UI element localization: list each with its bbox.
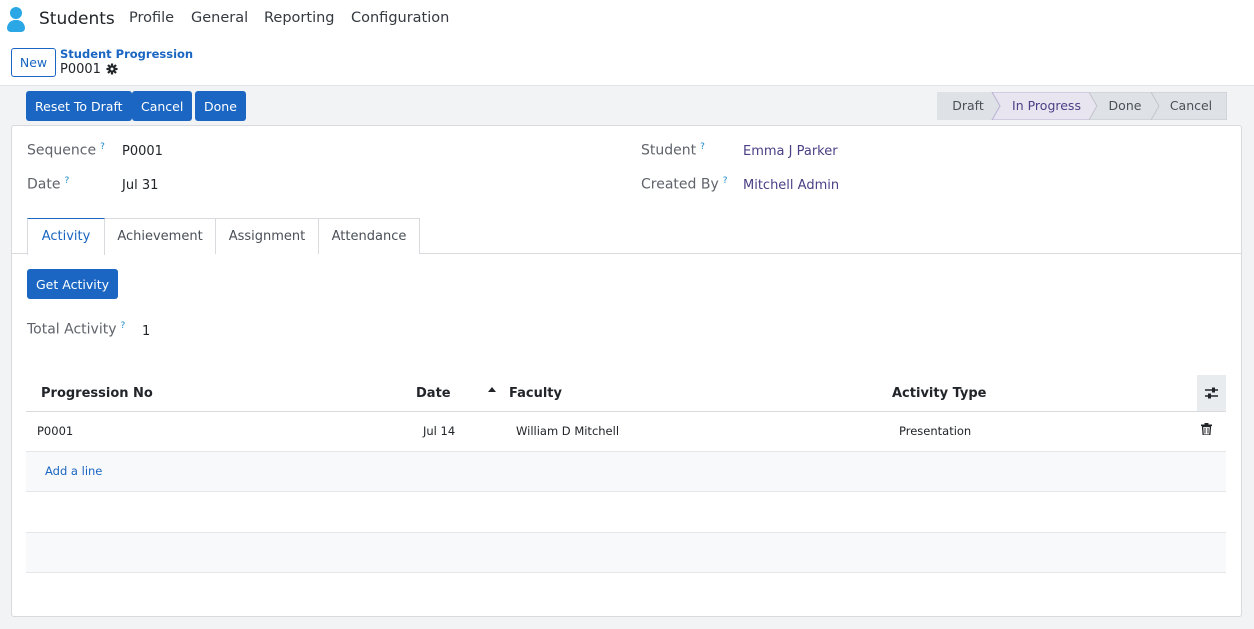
- column-faculty[interactable]: Faculty: [509, 386, 562, 401]
- student-value[interactable]: Emma J Parker: [743, 144, 838, 159]
- row-divider: [26, 572, 1226, 573]
- tab-assignment[interactable]: Assignment: [215, 218, 319, 254]
- breadcrumb-current: P0001: [60, 62, 101, 77]
- tab-activity[interactable]: Activity: [27, 218, 105, 255]
- stage-in-progress[interactable]: In Progress: [999, 92, 1094, 120]
- sequence-value[interactable]: P0001: [122, 144, 163, 159]
- date-value[interactable]: Jul 31: [122, 178, 158, 193]
- optional-columns-button[interactable]: [1197, 375, 1226, 411]
- breadcrumb-parent[interactable]: Student Progression: [60, 47, 193, 61]
- total-activity-value: 1: [142, 324, 151, 339]
- row-divider: [26, 491, 1226, 492]
- add-a-line-link[interactable]: Add a line: [45, 464, 102, 478]
- column-progression-no[interactable]: Progression No: [41, 386, 153, 401]
- student-label: Student?: [641, 142, 705, 159]
- form-sheet: Sequence? P0001 Date? Jul 31 Student? Em…: [11, 125, 1242, 617]
- add-line-row: [26, 452, 1226, 492]
- reset-to-draft-button[interactable]: Reset To Draft: [26, 91, 132, 121]
- help-icon[interactable]: ?: [121, 321, 126, 331]
- help-icon[interactable]: ?: [100, 142, 105, 152]
- students-app-icon[interactable]: [7, 7, 27, 33]
- sort-ascending-icon: [488, 387, 496, 392]
- column-date[interactable]: Date: [416, 386, 451, 401]
- help-icon[interactable]: ?: [723, 176, 728, 186]
- column-activity-type[interactable]: Activity Type: [892, 386, 987, 401]
- app-name[interactable]: Students: [39, 9, 115, 29]
- empty-row: [26, 533, 1226, 573]
- top-navbar: Students Profile General Reporting Confi…: [0, 0, 1254, 38]
- cell-date[interactable]: Jul 14: [423, 424, 455, 438]
- cell-activity-type[interactable]: Presentation: [899, 424, 971, 438]
- help-icon[interactable]: ?: [700, 142, 705, 152]
- menu-general[interactable]: General: [191, 10, 248, 26]
- sequence-label: Sequence?: [27, 142, 105, 159]
- stage-cancel[interactable]: Cancel: [1159, 92, 1223, 120]
- total-activity-label: Total Activity?: [27, 321, 126, 338]
- cell-progression-no[interactable]: P0001: [37, 424, 73, 438]
- menu-profile[interactable]: Profile: [129, 10, 174, 26]
- tab-attendance[interactable]: Attendance: [318, 218, 420, 254]
- table-header-divider: [26, 411, 1226, 412]
- menu-configuration[interactable]: Configuration: [351, 10, 449, 26]
- stage-draft[interactable]: Draft: [937, 92, 999, 120]
- cancel-button[interactable]: Cancel: [132, 91, 193, 121]
- control-panel: New Student Progression P0001: [0, 38, 1254, 86]
- new-button[interactable]: New: [11, 48, 56, 77]
- created-by-label: Created By?: [641, 176, 728, 193]
- menu-reporting[interactable]: Reporting: [264, 10, 335, 26]
- sliders-icon: [1205, 387, 1218, 399]
- created-by-value[interactable]: Mitchell Admin: [743, 178, 839, 193]
- help-icon[interactable]: ?: [64, 176, 69, 186]
- trash-icon[interactable]: [1201, 423, 1212, 435]
- tab-achievement[interactable]: Achievement: [104, 218, 216, 254]
- gear-icon[interactable]: [106, 63, 118, 75]
- stage-done[interactable]: Done: [1097, 92, 1153, 120]
- date-label: Date?: [27, 176, 70, 193]
- get-activity-button[interactable]: Get Activity: [27, 269, 118, 299]
- done-button[interactable]: Done: [195, 91, 246, 121]
- cell-faculty[interactable]: William D Mitchell: [516, 424, 619, 438]
